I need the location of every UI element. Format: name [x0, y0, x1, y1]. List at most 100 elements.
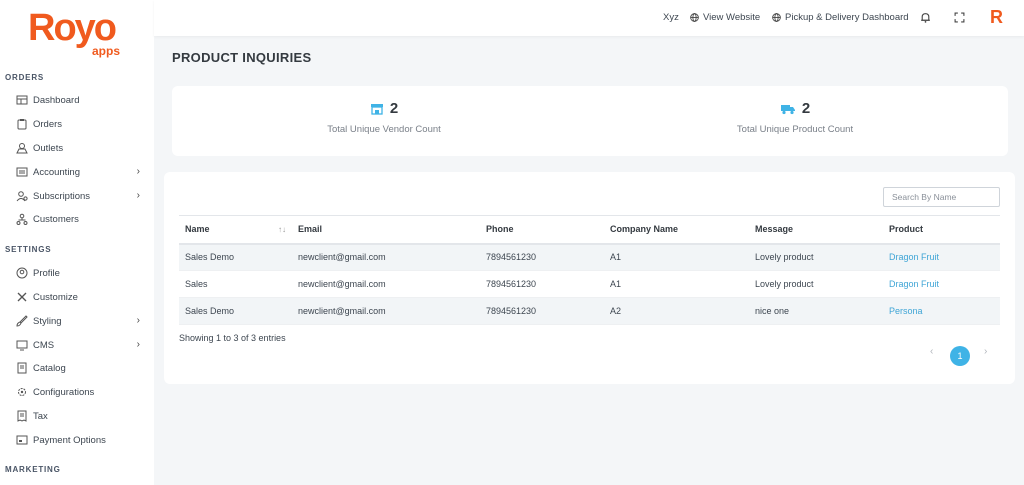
sidebar-item-styling[interactable]: Styling › [16, 311, 144, 331]
column-header-message[interactable]: Message [749, 215, 883, 245]
cell-phone: 7894561230 [480, 243, 604, 271]
users-icon [16, 190, 28, 202]
sidebar-item-label: Customize [33, 291, 78, 303]
sidebar-item-label: Styling [33, 315, 62, 327]
cell-company: A2 [604, 297, 749, 325]
user-menu[interactable]: Xyz [663, 12, 679, 23]
sidebar-item-label: Customers [33, 213, 79, 225]
view-website-label: View Website [703, 12, 761, 23]
chevron-right-icon: › [136, 339, 140, 350]
search-input[interactable] [883, 187, 1000, 207]
logo-text: Royo [28, 7, 117, 49]
page-title: PRODUCT INQUIRIES [172, 50, 312, 65]
table-row: Sales Demo newclient@gmail.com 789456123… [179, 243, 1000, 271]
cell-email: newclient@gmail.com [292, 270, 480, 298]
cell-phone: 7894561230 [480, 297, 604, 325]
sidebar-item-accounting[interactable]: Accounting › [16, 162, 144, 182]
sidebar-item-label: Configurations [33, 386, 95, 398]
sidebar-item-label: CMS [33, 339, 55, 351]
cell-company: A1 [604, 270, 749, 298]
cell-product-link[interactable]: Persona [883, 297, 1000, 325]
column-header-product[interactable]: Product [883, 215, 1000, 245]
section-title-orders: ORDERS [5, 73, 45, 82]
cell-message: Lovely product [749, 243, 883, 271]
sidebar-item-catalog[interactable]: Catalog [16, 358, 144, 378]
cell-name: Sales Demo [179, 297, 292, 325]
column-header-name[interactable]: Name ↑↓ [179, 215, 292, 245]
book-icon [16, 362, 28, 374]
product-count-value: 2 [801, 100, 811, 117]
delivery-truck-icon [780, 104, 795, 114]
chevron-right-icon: › [136, 166, 140, 177]
chevron-right-icon: › [136, 315, 140, 326]
cell-company: A1 [604, 243, 749, 271]
dashboard-icon [16, 94, 28, 106]
monitor-icon [16, 339, 28, 351]
sidebar-item-profile[interactable]: Profile [16, 263, 144, 283]
section-title-settings: SETTINGS [5, 245, 52, 254]
sidebar-item-customers[interactable]: Customers [16, 209, 144, 229]
pagination-previous[interactable]: ‹ [930, 346, 933, 357]
cell-phone: 7894561230 [480, 270, 604, 298]
sort-icon: ↑↓ [278, 225, 286, 234]
sidebar: Royo apps ORDERS Dashboard Orders Outlet… [0, 0, 154, 485]
sidebar-item-subscriptions[interactable]: Subscriptions › [16, 186, 144, 206]
cell-product-link[interactable]: Dragon Fruit [883, 243, 1000, 271]
sidebar-item-outlets[interactable]: Outlets [16, 138, 144, 158]
view-website-link[interactable]: View Website [690, 12, 760, 23]
royo-apps-logo[interactable]: Royo apps [28, 8, 128, 58]
sidebar-item-orders[interactable]: Orders [16, 114, 144, 134]
store-front-icon [370, 103, 383, 115]
cell-name: Sales Demo [179, 243, 292, 271]
fullscreen-icon [954, 12, 965, 23]
sidebar-item-customize[interactable]: Customize [16, 287, 144, 307]
inquiries-table-card: Name↑↓ Email Phone Company Name Message … [164, 172, 1015, 384]
cell-email: newclient@gmail.com [292, 243, 480, 271]
sidebar-item-label: Accounting [33, 166, 81, 178]
logo-subtext: apps [92, 44, 121, 58]
cell-product-link[interactable]: Dragon Fruit [883, 270, 1000, 298]
pickup-delivery-label: Pickup & Delivery Dashboard [785, 12, 909, 23]
top-bar: Xyz View Website Pickup & Delivery Dashb… [154, 0, 1024, 36]
section-title-marketing: MARKETING [5, 465, 61, 474]
vendor-count-value: 2 [389, 100, 399, 117]
bell-icon [921, 13, 930, 23]
cell-email: newclient@gmail.com [292, 297, 480, 325]
fullscreen-button[interactable] [954, 12, 969, 23]
stats-card: 2 Total Unique Vendor Count 2 Total Uniq… [172, 86, 1008, 156]
sidebar-item-dashboard[interactable]: Dashboard [16, 90, 144, 110]
globe-icon [772, 13, 781, 22]
column-header-phone[interactable]: Phone [480, 215, 604, 245]
sidebar-item-label: Profile [33, 267, 60, 279]
globe-icon [690, 13, 699, 22]
payment-icon [16, 434, 28, 446]
sidebar-item-label: Payment Options [33, 434, 106, 446]
pagination-next[interactable]: › [984, 346, 987, 357]
table-info: Showing 1 to 3 of 3 entries [179, 333, 286, 343]
sidebar-item-label: Dashboard [33, 94, 80, 106]
product-count-label: Total Unique Product Count [736, 124, 854, 135]
sidebar-item-tax[interactable]: Tax [16, 406, 144, 426]
sidebar-item-label: Outlets [33, 142, 64, 154]
sidebar-item-label: Catalog [33, 362, 66, 374]
chevron-right-icon: › [136, 190, 140, 201]
ledger-icon [16, 166, 28, 178]
clipboard-icon [16, 118, 28, 130]
cell-name: Sales [179, 270, 292, 298]
brush-icon [16, 315, 28, 327]
table-row: Sales newclient@gmail.com 7894561230 A1 … [179, 270, 1000, 298]
pagination-page-1[interactable]: 1 [950, 346, 970, 366]
column-header-company-name[interactable]: Company Name [604, 215, 749, 245]
inquiries-table: Name ↑↓ Email Phone Company Name Message … [179, 215, 1000, 325]
sidebar-item-cms[interactable]: CMS › [16, 335, 144, 355]
table-header-row: Name ↑↓ Email Phone Company Name Message … [179, 215, 1000, 245]
sidebar-item-configurations[interactable]: Configurations [16, 382, 144, 402]
vendor-count-label: Total Unique Vendor Count [327, 124, 441, 135]
stat-product-count: 2 Total Unique Product Count [665, 100, 925, 135]
pickup-delivery-dashboard-link[interactable]: Pickup & Delivery Dashboard [772, 12, 909, 23]
sidebar-item-payment-options[interactable]: Payment Options [16, 430, 144, 450]
brand-r-icon[interactable]: R [990, 7, 1003, 28]
notifications-button[interactable] [920, 12, 935, 23]
column-header-email[interactable]: Email [292, 215, 480, 245]
stat-vendor-count: 2 Total Unique Vendor Count [254, 100, 514, 135]
